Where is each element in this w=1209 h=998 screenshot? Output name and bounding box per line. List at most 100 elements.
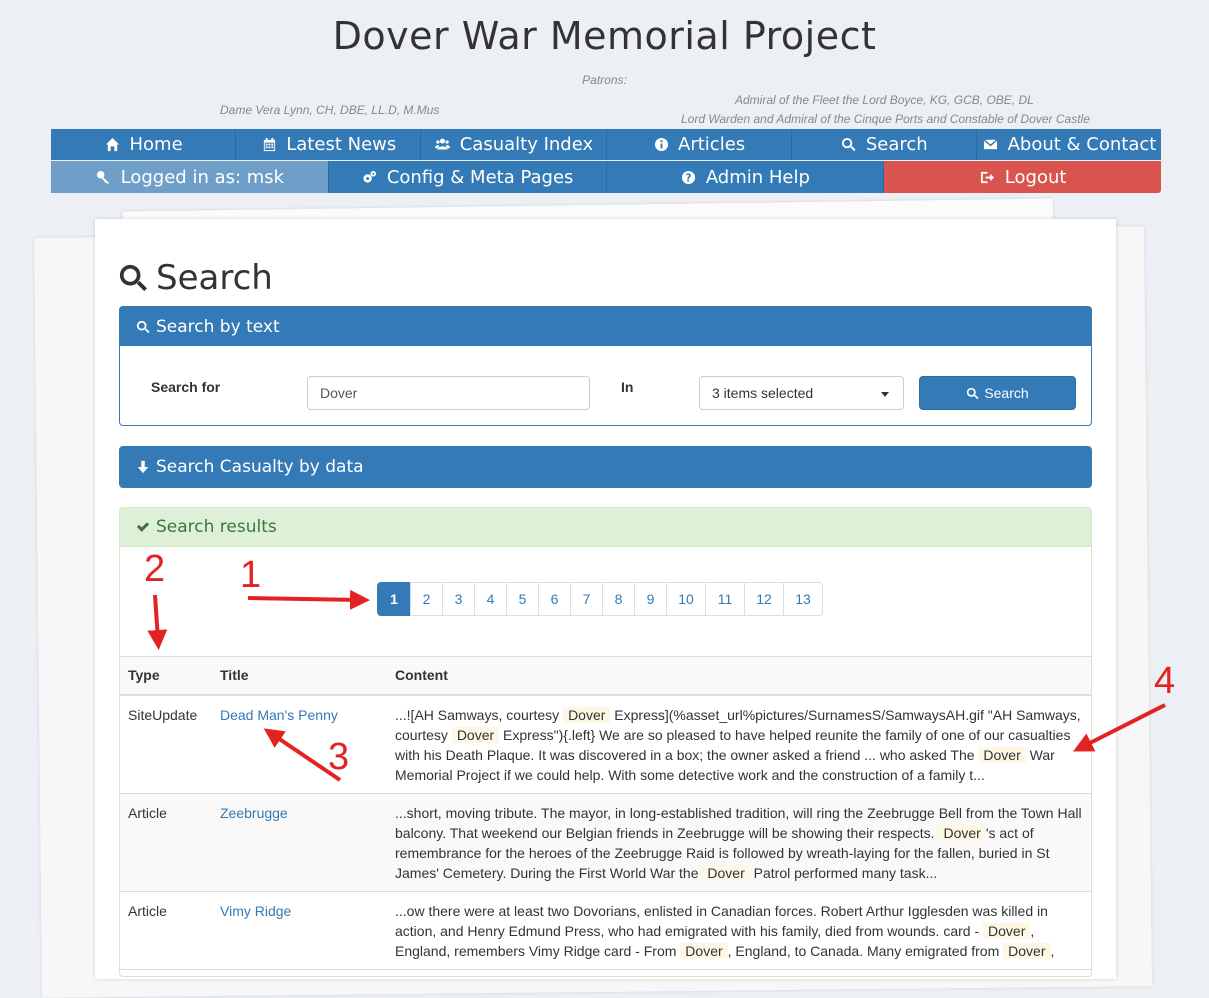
page-link-4[interactable]: 4 xyxy=(474,582,507,616)
nav-casualty-index-label: Casualty Index xyxy=(459,134,594,155)
nav-logged-in-label: Logged in as: msk xyxy=(120,166,285,188)
nav-logged-in[interactable]: Logged in as: msk xyxy=(51,161,329,193)
nav-search-label: Search xyxy=(865,134,928,155)
page-link-12[interactable]: 12 xyxy=(744,582,784,616)
page-heading-text: Search xyxy=(156,258,273,298)
search-icon xyxy=(136,320,150,333)
result-content: ...ow there were at least two Dovorians,… xyxy=(387,891,1091,970)
envelope-icon xyxy=(982,136,1000,154)
arrow-down-icon xyxy=(137,460,149,474)
page-link-10[interactable]: 10 xyxy=(666,582,706,616)
search-scope-value: 3 items selected xyxy=(712,385,814,401)
result-title-link[interactable]: Zeebrugge xyxy=(220,805,288,821)
key-icon xyxy=(95,168,113,186)
search-scope-select[interactable]: 3 items selected xyxy=(699,376,904,410)
patron-lord-boyce-title: Lord Warden and Admiral of the Cinque Po… xyxy=(681,112,1090,126)
result-title-link[interactable]: Dead Man's Penny xyxy=(220,707,338,723)
column-header-type[interactable]: Type xyxy=(120,656,212,696)
page-link-2[interactable]: 2 xyxy=(410,582,443,616)
search-highlight: Dover xyxy=(451,726,500,743)
nav-config-meta-label: Config & Meta Pages xyxy=(386,166,574,188)
page-link-11[interactable]: 11 xyxy=(705,582,745,616)
result-content: ...![AH Samways, courtesy Dover Express]… xyxy=(387,694,1091,794)
patron-vera-lynn: Dame Vera Lynn, CH, DBE, LL.D, M.Mus xyxy=(220,103,440,117)
nav-articles[interactable]: Articles xyxy=(606,129,792,160)
result-type: SiteUpdate xyxy=(120,694,212,794)
nav-admin-help[interactable]: ? Admin Help xyxy=(606,161,885,193)
nav-about-contact-label: About & Contact xyxy=(1007,134,1157,155)
pagination: 1 2 3 4 5 6 7 8 9 10 11 12 13 xyxy=(377,582,823,616)
search-by-text-header[interactable]: Search by text xyxy=(120,307,1091,346)
search-in-label: In xyxy=(621,379,634,395)
page-link-6[interactable]: 6 xyxy=(538,582,571,616)
site-title: Dover War Memorial Project xyxy=(332,14,877,58)
nav-casualty-index[interactable]: Casualty Index xyxy=(421,129,607,160)
search-casualty-data-header[interactable]: Search Casualty by data xyxy=(120,447,1091,487)
search-by-text-title: Search by text xyxy=(156,316,280,337)
page-heading: Search xyxy=(118,258,273,298)
patron-lord-boyce: Admiral of the Fleet the Lord Boyce, KG,… xyxy=(735,93,1034,107)
nav-logout[interactable]: Logout xyxy=(884,161,1161,193)
search-results-title: Search results xyxy=(156,517,277,537)
search-highlight: Dover xyxy=(1003,942,1051,959)
result-content-text: ...ow there were at least two Dovorians,… xyxy=(395,902,1048,939)
result-title-link[interactable]: Vimy Ridge xyxy=(220,903,291,919)
page-link-1[interactable]: 1 xyxy=(377,582,411,616)
nav-admin-help-label: Admin Help xyxy=(705,166,810,188)
users-icon xyxy=(434,136,452,154)
check-icon xyxy=(136,522,150,532)
result-title-cell: Zeebrugge xyxy=(212,793,387,892)
annotation-label-2: 2 xyxy=(144,548,166,590)
page-link-3[interactable]: 3 xyxy=(442,582,475,616)
nav-logout-label: Logout xyxy=(1004,166,1067,188)
nav-latest-news-label: Latest News xyxy=(286,134,397,155)
nav-about-contact[interactable]: About & Contact xyxy=(976,129,1162,160)
results-header-row: Type Title Content xyxy=(120,656,1091,696)
page-link-7[interactable]: 7 xyxy=(570,582,603,616)
main-nav: Home Latest News Casualty Index Articles… xyxy=(51,129,1162,160)
info-icon xyxy=(652,136,670,154)
nav-config-meta[interactable]: Config & Meta Pages xyxy=(328,161,607,193)
search-button[interactable]: Search xyxy=(919,376,1076,410)
annotation-label-3: 3 xyxy=(328,736,350,778)
search-icon xyxy=(119,264,148,292)
result-type: Article xyxy=(120,793,212,892)
search-highlight: Dover xyxy=(563,706,611,723)
home-icon xyxy=(104,136,122,154)
result-content-text: ...![AH Samways, courtesy xyxy=(395,706,564,723)
result-content-text: Patrol performed many task... xyxy=(749,864,938,881)
page-link-9[interactable]: 9 xyxy=(634,582,667,616)
annotation-label-4: 4 xyxy=(1154,660,1176,702)
results-table: Type Title Content SiteUpdate Dead Man's … xyxy=(120,656,1091,970)
search-icon xyxy=(967,387,979,399)
result-title-cell: Dead Man's Penny xyxy=(212,694,387,794)
result-content-text: , xyxy=(1050,942,1055,959)
search-input[interactable] xyxy=(307,376,590,410)
svg-text:?: ? xyxy=(686,172,692,184)
search-casualty-data-panel: Search Casualty by data xyxy=(119,446,1092,488)
search-icon xyxy=(840,136,858,154)
page-link-5[interactable]: 5 xyxy=(506,582,539,616)
column-header-title[interactable]: Title xyxy=(212,656,387,696)
nav-home[interactable]: Home xyxy=(51,129,237,160)
nav-home-label: Home xyxy=(129,134,183,155)
gears-icon xyxy=(361,168,379,186)
column-header-content[interactable]: Content xyxy=(387,656,1091,696)
admin-nav: Logged in as: msk Config & Meta Pages ? … xyxy=(51,161,1161,193)
search-results-header: Search results xyxy=(120,508,1091,547)
search-casualty-data-title: Search Casualty by data xyxy=(156,457,364,477)
page-link-8[interactable]: 8 xyxy=(602,582,635,616)
result-type: Article xyxy=(120,891,212,970)
nav-latest-news[interactable]: Latest News xyxy=(236,129,422,160)
nav-search[interactable]: Search xyxy=(791,129,977,160)
result-row: Article Vimy Ridge ...ow there were at lea… xyxy=(120,891,1091,970)
result-content-text: , England, to Canada. Many emigrated fro… xyxy=(727,942,1004,959)
result-row: SiteUpdate Dead Man's Penny ...![AH Samway… xyxy=(120,694,1091,794)
nav-articles-label: Articles xyxy=(678,134,746,155)
logout-icon xyxy=(979,168,997,186)
search-highlight: Dover xyxy=(938,824,986,841)
page-link-13[interactable]: 13 xyxy=(783,582,823,616)
calendar-icon xyxy=(260,136,278,154)
search-for-label: Search for xyxy=(151,379,221,395)
search-highlight: Dover xyxy=(978,746,1026,763)
